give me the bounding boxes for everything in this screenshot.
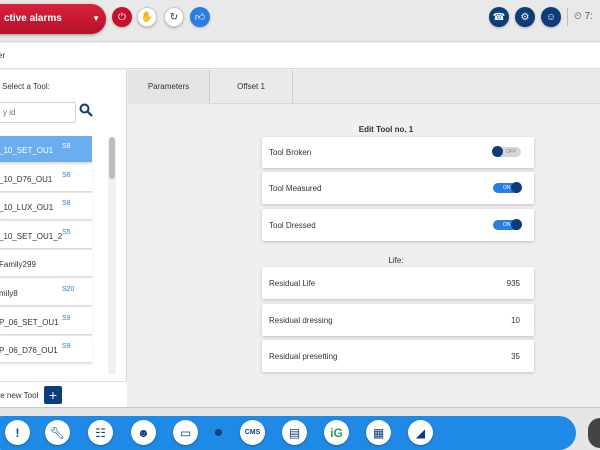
chevron-down-icon: ▼ <box>92 14 100 23</box>
tool-dressed-row: Tool Dressed ON <box>262 209 534 241</box>
tool-list-item[interactable]: P_06_D76_OU1 S9 <box>0 336 92 364</box>
tool-name: Family299 <box>0 260 36 270</box>
dock-separator-dot <box>215 429 222 436</box>
page-title: Edit Tool no. 1 <box>358 125 414 134</box>
tab-offset-1[interactable]: Offset 1 <box>210 70 293 104</box>
row-label: Residual Life <box>269 279 316 288</box>
chart-icon[interactable]: ◢ <box>408 420 433 445</box>
residual-dressing-row[interactable]: Residual dressing 10 <box>262 304 534 336</box>
row-value: 10 <box>511 316 520 325</box>
breadcrumb: er <box>0 51 6 60</box>
wrench-icon[interactable]: 🔧︎ <box>45 420 70 445</box>
toggle-state: OFF <box>506 149 516 155</box>
dock-handle[interactable] <box>588 418 600 448</box>
row-label: Residual presetting <box>269 352 338 361</box>
tool-code: S9 <box>62 343 71 351</box>
tool-list-item[interactable]: _10_SET_OU1_2 S5 <box>0 221 92 249</box>
tool-measured-toggle[interactable]: ON <box>493 182 522 193</box>
folder-icon[interactable]: ▤ <box>282 420 307 445</box>
tool-list-item[interactable]: mily8 S20 <box>0 278 92 306</box>
tool-broken-row: Tool Broken OFF <box>262 137 534 168</box>
toggle-state: ON <box>503 185 511 191</box>
tool-code: S6 <box>62 171 71 179</box>
toggle-knob <box>511 182 522 193</box>
row-label: Residual dressing <box>269 316 333 325</box>
life-section-header: Life: <box>388 256 404 265</box>
residual-presetting-row[interactable]: Residual presetting 35 <box>262 340 534 372</box>
tool-broken-toggle[interactable]: OFF <box>492 146 521 157</box>
create-tool-label: te new Tool <box>0 391 39 400</box>
tool-name: P_06_SET_OU1 <box>0 317 59 327</box>
tool-name: _10_D76_OU1 <box>0 174 53 184</box>
tool-name: _10_SET_OU1_2 <box>0 231 63 241</box>
tool-code: S20 <box>62 285 75 293</box>
refresh-icon[interactable]: ↻ <box>164 7 184 27</box>
hand-icon[interactable]: ✋ <box>137 7 157 27</box>
search-icon[interactable] <box>79 103 93 117</box>
create-tool-row: te new Tool + <box>0 381 127 407</box>
tool-list-item[interactable]: Family299 <box>0 250 92 278</box>
tool-sidebar: Select a Tool: _10_SET_OU1 S8 _10_D76_OU… <box>0 70 127 407</box>
tool-list: _10_SET_OU1 S8 _10_D76_OU1 S6 _10_LUX_OU… <box>0 136 105 365</box>
tool-measured-row: Tool Measured ON <box>262 172 534 204</box>
top-bar: ctive alarms ▼ ⏻ ✋ ↻ 👍︎ ☎ ⚙ ☺ ⏲ 7: <box>0 0 600 42</box>
breadcrumb-bar: er <box>0 43 600 69</box>
power-icon[interactable]: ⏻ <box>112 7 132 27</box>
select-tool-label: Select a Tool: <box>2 82 50 91</box>
screen-icon[interactable]: ▭ <box>173 420 198 445</box>
tool-code: S9 <box>62 314 71 322</box>
tool-name: mily8 <box>0 288 18 298</box>
row-value: 935 <box>506 279 520 288</box>
tool-name: P_06_D76_OU1 <box>0 346 58 356</box>
tool-list-item[interactable]: _10_LUX_OU1 S8 <box>0 193 92 221</box>
tool-code: S8 <box>62 143 71 150</box>
clock-time: 7: <box>584 11 593 22</box>
phone-icon[interactable]: ☎ <box>489 7 509 27</box>
tool-list-scrollbar[interactable] <box>108 137 116 375</box>
tool-dressed-toggle[interactable]: ON <box>493 219 522 230</box>
toolbar-divider <box>567 8 568 26</box>
row-label: Tool Dressed <box>269 221 316 230</box>
gauge-icon[interactable]: iG <box>324 420 349 445</box>
add-tool-button[interactable]: + <box>44 386 62 404</box>
toggle-knob <box>492 146 503 157</box>
tab-parameters[interactable]: Parameters <box>128 70 210 104</box>
row-label: Tool Measured <box>269 184 322 193</box>
tool-code: S8 <box>62 200 71 208</box>
scrollbar-thumb[interactable] <box>109 137 115 179</box>
cms-icon[interactable]: CMS <box>240 420 265 445</box>
active-alarms-label: ctive alarms <box>4 13 62 24</box>
tab-bar: Parameters Offset 1 <box>128 70 600 104</box>
clock: ⏲ 7: <box>574 11 593 22</box>
row-value: 35 <box>511 352 520 361</box>
clock-icon: ⏲ <box>574 11 582 22</box>
active-alarms-dropdown[interactable]: ctive alarms ▼ <box>0 4 106 34</box>
tool-name: _10_SET_OU1 <box>0 146 54 155</box>
network-icon[interactable]: ☷ <box>88 420 113 445</box>
row-label: Tool Broken <box>269 148 312 157</box>
machine-icon[interactable]: ⚙ <box>515 7 535 27</box>
toggle-knob <box>511 219 522 230</box>
user-icon[interactable]: ☺ <box>541 7 561 27</box>
tool-name: _10_LUX_OU1 <box>0 203 54 213</box>
tool-list-item[interactable]: P_06_SET_OU1 S9 <box>0 307 92 335</box>
toggle-state: ON <box>503 222 511 228</box>
operator-icon[interactable]: ☻ <box>131 420 156 445</box>
tool-list-item[interactable]: _10_SET_OU1 S8 <box>0 136 92 163</box>
calculator-icon[interactable]: ▦ <box>366 420 391 445</box>
thumbs-up-icon[interactable]: 👍︎ <box>190 7 210 27</box>
tool-search-input[interactable] <box>0 102 76 123</box>
tool-list-item[interactable]: _10_D76_OU1 S6 <box>0 164 92 192</box>
edit-tool-panel: Edit Tool no. 1 Tool Broken OFF Tool Mea… <box>128 105 600 407</box>
tool-code: S5 <box>62 228 71 236</box>
alert-icon[interactable]: ! <box>5 420 30 445</box>
residual-life-row[interactable]: Residual Life 935 <box>262 267 534 299</box>
